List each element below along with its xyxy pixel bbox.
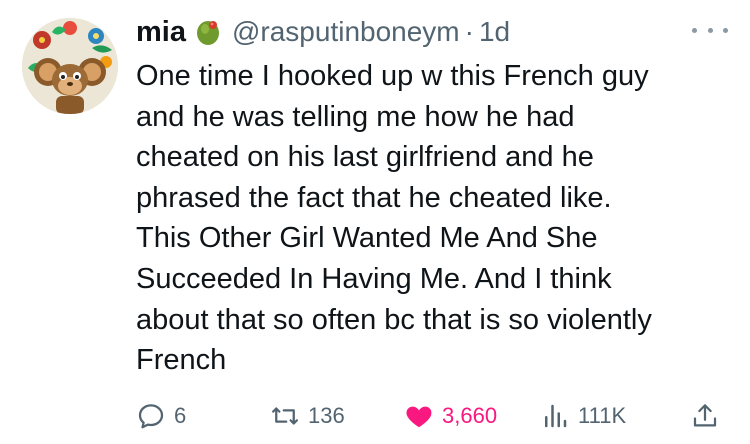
- user-handle[interactable]: @rasputinboneym: [232, 16, 460, 48]
- tweet-line: phrased the fact that he cheated like.: [136, 181, 612, 214]
- separator-dot: ·: [464, 16, 474, 47]
- analytics-icon: [545, 404, 567, 428]
- reply-button[interactable]: 6: [136, 398, 186, 434]
- tweet-line: about that so often bc that is so violen…: [136, 303, 652, 336]
- repost-icon: [272, 407, 298, 425]
- tweet-line: and he was telling me how he had: [136, 100, 575, 133]
- tweet[interactable]: mia @rasputinboneym · 1d One time I hook…: [0, 0, 750, 444]
- timestamp[interactable]: 1d: [479, 16, 510, 48]
- tweet-line: cheated on his last girlfriend and he: [136, 141, 594, 174]
- tweet-line: Succeeded In Having Me. And I think: [136, 262, 612, 295]
- repost-button[interactable]: 136: [270, 398, 345, 434]
- tweet-header: mia @rasputinboneym · 1d: [136, 12, 510, 52]
- share-button[interactable]: [690, 398, 720, 434]
- display-name[interactable]: mia: [136, 16, 186, 49]
- tweet-line: This Other Girl Wanted Me And She: [136, 222, 598, 255]
- avatar-image: [22, 18, 118, 114]
- tweet-line: One time I hooked up w this French guy: [136, 60, 649, 92]
- share-icon: [693, 404, 717, 427]
- reply-count: 6: [174, 403, 187, 428]
- heart-icon: [406, 406, 432, 428]
- repost-count: 136: [308, 403, 345, 428]
- view-count: 111K: [578, 403, 627, 428]
- tweet-text: One time I hooked up w this French guy a…: [136, 56, 736, 381]
- like-button[interactable]: 3,660: [404, 398, 497, 434]
- tweet-line: French: [136, 344, 227, 377]
- olive-icon: [192, 16, 224, 48]
- action-bar: 6 136 3,660 111K: [136, 398, 726, 434]
- like-count: 3,660: [442, 403, 498, 428]
- more-options-icon[interactable]: [692, 20, 728, 40]
- reply-icon: [138, 404, 164, 429]
- avatar[interactable]: [22, 18, 118, 114]
- views-button[interactable]: 111K: [540, 398, 626, 434]
